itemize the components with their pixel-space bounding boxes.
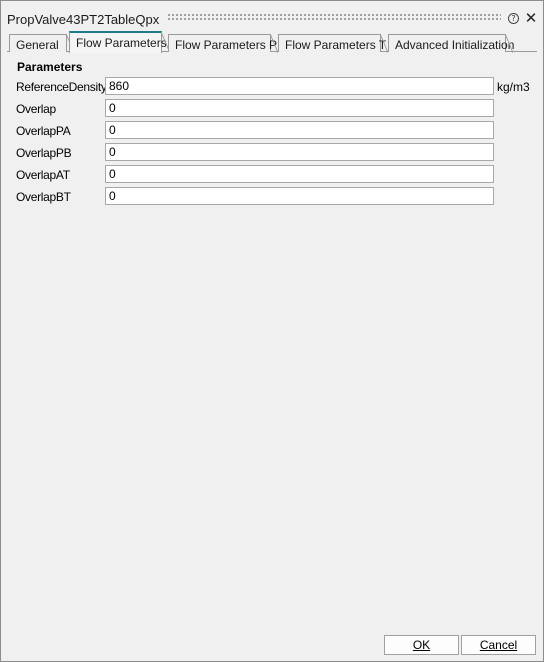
tab-label: General <box>16 38 59 52</box>
close-icon[interactable]: ✕ <box>524 10 538 26</box>
tab-flow-parameters[interactable]: Flow Parameters <box>69 31 169 53</box>
section-title: Parameters <box>17 60 83 74</box>
tab-flow-parameters-p[interactable]: Flow Parameters P <box>168 34 278 53</box>
param-unit: kg/m3 <box>497 80 530 94</box>
reference-density-input[interactable] <box>105 77 494 95</box>
tab-advanced-initialization[interactable]: Advanced Initialization <box>388 34 514 53</box>
dialog-window: PropValve43PT2TableQpx ? ✕ General Flow … <box>0 0 544 662</box>
param-row-overlap-at: OverlapAT <box>1 165 541 183</box>
overlap-bt-input[interactable] <box>105 187 494 205</box>
overlap-input[interactable] <box>105 99 494 117</box>
param-row-reference-density: ReferenceDensity kg/m3 <box>1 77 541 95</box>
cancel-button-label: Cancel <box>479 638 518 652</box>
param-label: Overlap <box>16 102 56 116</box>
tab-general[interactable]: General <box>9 34 74 53</box>
tab-label: Advanced Initialization <box>395 38 515 52</box>
ok-button-label: OK <box>412 638 431 652</box>
param-label: OverlapPB <box>16 146 72 160</box>
param-label: OverlapPA <box>16 124 71 138</box>
overlap-at-input[interactable] <box>105 165 494 183</box>
window-title: PropValve43PT2TableQpx <box>7 12 160 27</box>
tab-label: Flow Parameters <box>76 36 167 50</box>
tab-label: Flow Parameters T <box>285 38 387 52</box>
overlap-pa-input[interactable] <box>105 121 494 139</box>
param-row-overlap-pa: OverlapPA <box>1 121 541 139</box>
param-label: ReferenceDensity <box>16 80 107 94</box>
cancel-button[interactable]: Cancel <box>461 635 536 655</box>
tab-label: Flow Parameters P <box>175 38 278 52</box>
tab-flow-parameters-t[interactable]: Flow Parameters T <box>278 34 388 53</box>
ok-button[interactable]: OK <box>384 635 459 655</box>
param-label: OverlapAT <box>16 168 70 182</box>
param-row-overlap-bt: OverlapBT <box>1 187 541 205</box>
param-row-overlap-pb: OverlapPB <box>1 143 541 161</box>
help-icon[interactable]: ? <box>508 13 519 24</box>
title-bar[interactable]: PropValve43PT2TableQpx ? ✕ <box>1 1 543 31</box>
tab-strip: General Flow Parameters Flow Parameters … <box>7 31 537 53</box>
param-row-overlap: Overlap <box>1 99 541 117</box>
overlap-pb-input[interactable] <box>105 143 494 161</box>
drag-grip[interactable] <box>167 13 501 21</box>
param-label: OverlapBT <box>16 190 71 204</box>
